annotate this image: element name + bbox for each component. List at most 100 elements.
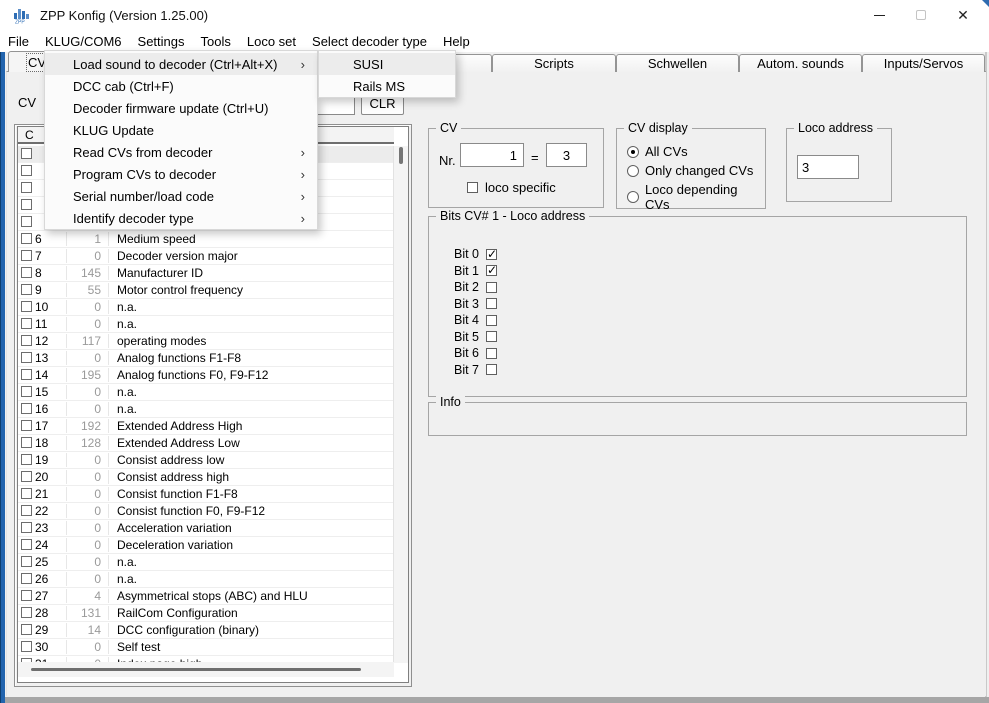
- row-checkbox[interactable]: [21, 318, 32, 329]
- submenu-item-susi[interactable]: SUSI: [319, 53, 455, 75]
- menu-item-dcc-cab-ctrl-f-[interactable]: DCC cab (Ctrl+F): [45, 75, 317, 97]
- row-checkbox[interactable]: [21, 454, 32, 465]
- menu-item-read-cvs-from-decoder[interactable]: Read CVs from decoder›: [45, 141, 317, 163]
- table-row-cv-19[interactable]: 190Consist address low: [18, 452, 394, 469]
- table-row-cv-28[interactable]: 28131RailCom Configuration: [18, 605, 394, 622]
- minimize-button[interactable]: [858, 0, 900, 30]
- table-row-cv-7[interactable]: 70Decoder version major: [18, 248, 394, 265]
- radio-option-all-cvs[interactable]: All CVs: [627, 144, 688, 159]
- cv-value-input[interactable]: [546, 143, 587, 167]
- row-checkbox[interactable]: [21, 233, 32, 244]
- menubar-item-loco-set[interactable]: Loco set: [239, 30, 304, 52]
- table-row-cv-10[interactable]: 100n.a.: [18, 299, 394, 316]
- radio-option-loco-depending-cvs[interactable]: Loco depending CVs: [627, 182, 765, 212]
- table-row-cv-6[interactable]: 61Medium speed: [18, 231, 394, 248]
- menu-item-program-cvs-to-decoder[interactable]: Program CVs to decoder›: [45, 163, 317, 185]
- cell-cv-number: 9: [35, 283, 65, 297]
- menubar-item-klug-com6[interactable]: KLUG/COM6: [37, 30, 130, 52]
- bit-checkbox[interactable]: [486, 315, 497, 326]
- table-row-cv-13[interactable]: 130Analog functions F1-F8: [18, 350, 394, 367]
- horizontal-scrollbar-thumb[interactable]: [31, 668, 361, 671]
- row-checkbox[interactable]: [21, 369, 32, 380]
- row-checkbox[interactable]: [21, 386, 32, 397]
- table-row-cv-12[interactable]: 12117operating modes: [18, 333, 394, 350]
- bit-checkbox[interactable]: [486, 265, 497, 276]
- row-checkbox[interactable]: [21, 301, 32, 312]
- loco-address-input[interactable]: [797, 155, 859, 179]
- row-checkbox[interactable]: [21, 641, 32, 652]
- loco-specific-checkbox[interactable]: [467, 182, 478, 193]
- submenu-item-rails-ms[interactable]: Rails MS: [319, 75, 455, 97]
- table-row-cv-30[interactable]: 300Self test: [18, 639, 394, 656]
- bit-checkbox[interactable]: [486, 282, 497, 293]
- row-checkbox[interactable]: [21, 607, 32, 618]
- menubar-item-tools[interactable]: Tools: [193, 30, 239, 52]
- table-row-cv-16[interactable]: 160n.a.: [18, 401, 394, 418]
- row-checkbox[interactable]: [21, 352, 32, 363]
- table-row-cv-25[interactable]: 250n.a.: [18, 554, 394, 571]
- row-checkbox[interactable]: [21, 539, 32, 550]
- horizontal-scrollbar[interactable]: [18, 662, 394, 677]
- table-row-cv-23[interactable]: 230Acceleration variation: [18, 520, 394, 537]
- tab-schwellen[interactable]: Schwellen: [616, 54, 739, 72]
- row-checkbox[interactable]: [21, 556, 32, 567]
- row-checkbox[interactable]: [21, 267, 32, 278]
- table-row-cv-27[interactable]: 274Asymmetrical stops (ABC) and HLU: [18, 588, 394, 605]
- row-checkbox[interactable]: [21, 250, 32, 261]
- bit-checkbox[interactable]: [486, 348, 497, 359]
- row-checkbox[interactable]: [21, 284, 32, 295]
- menu-item-klug-update[interactable]: KLUG Update: [45, 119, 317, 141]
- row-checkbox[interactable]: [21, 505, 32, 516]
- bit-checkbox[interactable]: [486, 249, 497, 260]
- bit-checkbox[interactable]: [486, 298, 497, 309]
- menu-item-serial-number-load-code[interactable]: Serial number/load code›: [45, 185, 317, 207]
- vertical-scrollbar[interactable]: [393, 146, 408, 663]
- table-row-cv-18[interactable]: 18128Extended Address Low: [18, 435, 394, 452]
- maximize-button[interactable]: [900, 0, 942, 30]
- table-row-cv-11[interactable]: 110n.a.: [18, 316, 394, 333]
- table-row-cv-20[interactable]: 200Consist address high: [18, 469, 394, 486]
- menu-item-decoder-firmware-update-ctrl-u[interactable]: Decoder firmware update (Ctrl+U): [45, 97, 317, 119]
- row-checkbox[interactable]: [21, 216, 32, 227]
- cell-cv-value: 0: [66, 572, 108, 586]
- bit-checkbox[interactable]: [486, 331, 497, 342]
- row-checkbox[interactable]: [21, 148, 32, 159]
- tab-autom-sounds[interactable]: Autom. sounds: [739, 54, 862, 72]
- row-checkbox[interactable]: [21, 420, 32, 431]
- tab-inputs-servos[interactable]: Inputs/Servos: [862, 54, 985, 72]
- radio-option-only-changed-cvs[interactable]: Only changed CVs: [627, 163, 753, 178]
- row-checkbox[interactable]: [21, 182, 32, 193]
- cv-number-input[interactable]: [460, 143, 524, 167]
- row-checkbox[interactable]: [21, 165, 32, 176]
- menu-item-load-sound-to-decoder-ctrl-alt[interactable]: Load sound to decoder (Ctrl+Alt+X)›: [45, 53, 317, 75]
- row-checkbox[interactable]: [21, 471, 32, 482]
- tab-scripts[interactable]: Scripts: [492, 54, 616, 72]
- table-row-cv-22[interactable]: 220Consist function F0, F9-F12: [18, 503, 394, 520]
- table-row-cv-29[interactable]: 2914DCC configuration (binary): [18, 622, 394, 639]
- row-checkbox[interactable]: [21, 437, 32, 448]
- row-checkbox[interactable]: [21, 624, 32, 635]
- menubar-item-select-decoder-type[interactable]: Select decoder type: [304, 30, 435, 52]
- vertical-scrollbar-thumb[interactable]: [399, 147, 403, 164]
- table-row-cv-15[interactable]: 150n.a.: [18, 384, 394, 401]
- row-checkbox[interactable]: [21, 199, 32, 210]
- row-checkbox[interactable]: [21, 488, 32, 499]
- table-row-cv-24[interactable]: 240Deceleration variation: [18, 537, 394, 554]
- menu-item-identify-decoder-type[interactable]: Identify decoder type›: [45, 207, 317, 229]
- table-row-cv-21[interactable]: 210Consist function F1-F8: [18, 486, 394, 503]
- row-checkbox[interactable]: [21, 590, 32, 601]
- menubar-item-file[interactable]: File: [8, 30, 37, 52]
- table-row-cv-14[interactable]: 14195Analog functions F0, F9-F12: [18, 367, 394, 384]
- bit-checkbox[interactable]: [486, 364, 497, 375]
- row-checkbox[interactable]: [21, 573, 32, 584]
- row-checkbox[interactable]: [21, 522, 32, 533]
- table-row-cv-17[interactable]: 17192Extended Address High: [18, 418, 394, 435]
- close-button[interactable]: ✕: [942, 0, 984, 30]
- row-checkbox[interactable]: [21, 403, 32, 414]
- menubar-item-settings[interactable]: Settings: [130, 30, 193, 52]
- table-row-cv-26[interactable]: 260n.a.: [18, 571, 394, 588]
- table-row-cv-8[interactable]: 8145Manufacturer ID: [18, 265, 394, 282]
- table-row-cv-9[interactable]: 955Motor control frequency: [18, 282, 394, 299]
- row-checkbox[interactable]: [21, 335, 32, 346]
- menubar-item-help[interactable]: Help: [435, 30, 478, 52]
